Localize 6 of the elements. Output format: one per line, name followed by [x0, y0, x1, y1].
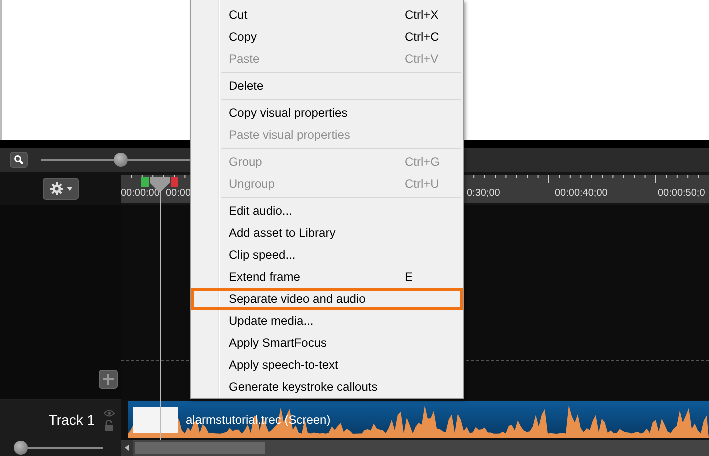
time-label: 00:00:40;00	[555, 187, 608, 201]
time-label: 00:00:50;0	[658, 187, 706, 201]
track-name: Track 1	[48, 410, 95, 430]
time-label: 0:30;00	[467, 187, 500, 201]
time-label: 00:00:00	[121, 187, 160, 201]
time-label: 00:00	[166, 187, 192, 201]
